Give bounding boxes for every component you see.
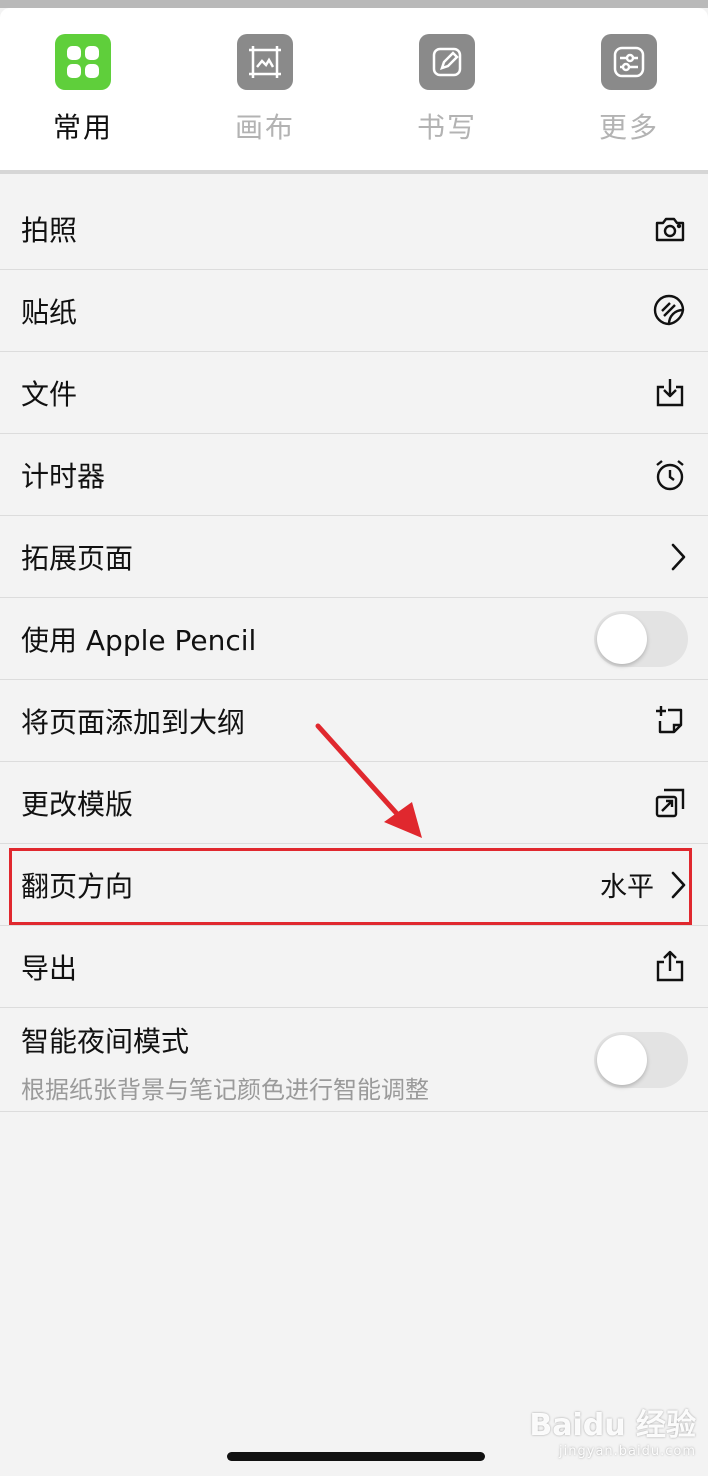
menu-item-label: 拓展页面 <box>21 541 134 575</box>
tab-divider <box>0 170 708 174</box>
camera-icon <box>652 211 688 247</box>
grid-icon <box>55 34 111 90</box>
tab-label: 常用 <box>52 111 113 144</box>
download-tray-icon <box>652 375 688 411</box>
share-icon <box>652 949 688 985</box>
tab-bar: 常用 画布 书写 更多 <box>0 8 708 170</box>
toggle-knob <box>597 1034 647 1085</box>
highlight-annotation-box <box>9 848 692 925</box>
menu-item-file[interactable]: 文件 <box>0 352 708 434</box>
sticker-icon <box>652 293 688 329</box>
top-strip <box>0 0 708 8</box>
menu-item-label: 贴纸 <box>21 295 78 329</box>
menu-item-night-mode: 智能夜间模式 根据纸张背景与笔记颜色进行智能调整 <box>0 1008 708 1112</box>
menu-item-label: 计时器 <box>21 459 106 493</box>
menu-item-label: 导出 <box>21 951 78 985</box>
annotation-arrow-icon <box>300 710 440 854</box>
night-mode-toggle[interactable] <box>594 1031 688 1088</box>
tab-canvas[interactable]: 画布 <box>205 34 325 146</box>
add-page-icon <box>652 703 688 739</box>
menu-item-sticker[interactable]: 贴纸 <box>0 270 708 352</box>
menu-item-label: 文件 <box>21 377 78 411</box>
tab-label: 更多 <box>598 111 659 144</box>
tab-label: 书写 <box>416 111 477 144</box>
alarm-clock-icon <box>652 457 688 493</box>
watermark: Baidu 经验 jingyan.baidu.com <box>529 1400 696 1459</box>
menu-item-timer[interactable]: 计时器 <box>0 434 708 516</box>
home-indicator[interactable] <box>227 1452 485 1461</box>
menu-item-apple-pencil: 使用 Apple Pencil <box>0 598 708 680</box>
toggle-knob <box>597 613 647 664</box>
tab-label: 画布 <box>234 111 295 144</box>
watermark-url: jingyan.baidu.com <box>559 1444 696 1459</box>
menu-item-label: 拍照 <box>21 213 78 247</box>
menu-item-label: 使用 Apple Pencil <box>21 623 257 657</box>
canvas-icon <box>237 34 293 90</box>
menu-item-label: 更改模版 <box>21 787 134 821</box>
menu-item-export[interactable]: 导出 <box>0 926 708 1008</box>
menu-list: 拍照 贴纸 文件 计时器 拓展页面 使用 Apple Pencil 将页面添加到… <box>0 188 708 1112</box>
tab-writing[interactable]: 书写 <box>387 34 507 146</box>
watermark-brand: Baidu 经验 <box>529 1408 696 1443</box>
menu-item-label: 将页面添加到大纲 <box>21 705 246 739</box>
apple-pencil-toggle[interactable] <box>594 610 688 667</box>
tab-common[interactable]: 常用 <box>23 34 143 146</box>
swap-template-icon <box>652 785 688 821</box>
menu-item-camera[interactable]: 拍照 <box>0 188 708 270</box>
tab-more[interactable]: 更多 <box>569 34 689 146</box>
menu-item-label: 智能夜间模式 <box>21 1025 190 1058</box>
sliders-icon <box>601 34 657 90</box>
chevron-right-icon <box>668 541 688 573</box>
menu-item-extend-page[interactable]: 拓展页面 <box>0 516 708 598</box>
pencil-icon <box>419 34 475 90</box>
menu-item-description: 根据纸张背景与笔记颜色进行智能调整 <box>21 1076 429 1104</box>
